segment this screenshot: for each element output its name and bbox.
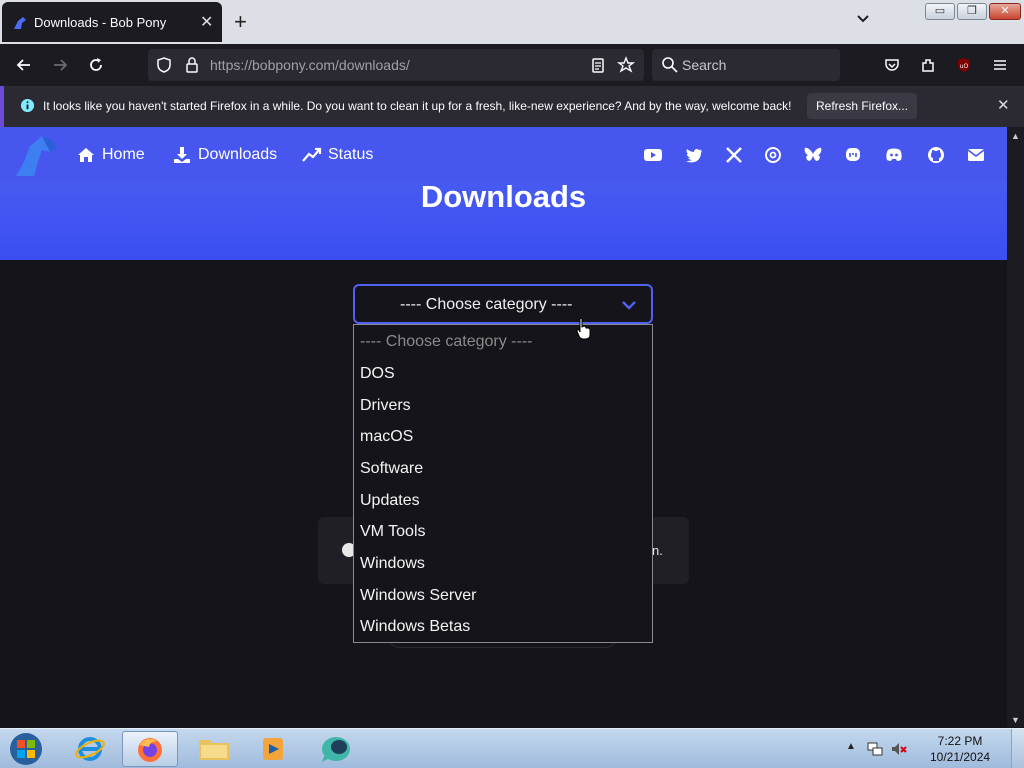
bobpony-favicon-icon xyxy=(14,17,26,29)
file-explorer-icon xyxy=(199,740,229,760)
minimize-button[interactable]: ▭ xyxy=(925,3,955,20)
svg-text:uO: uO xyxy=(960,63,969,70)
page-title: Downloads xyxy=(420,179,587,214)
twitter-icon[interactable] xyxy=(684,145,704,165)
back-icon[interactable] xyxy=(14,55,34,75)
hero-banner: Home Downloads Status Downloads xyxy=(0,127,1007,260)
nav-downloads-label: Downloads xyxy=(198,146,278,163)
search-placeholder: Search xyxy=(682,57,727,73)
email-icon[interactable] xyxy=(966,145,986,165)
mastodon-icon[interactable] xyxy=(843,145,863,165)
page-content: Home Downloads Status Downloads ---- Cho… xyxy=(0,127,1007,727)
category-option[interactable]: VM Tools xyxy=(360,523,426,541)
reader-view-icon[interactable] xyxy=(588,55,608,75)
forward-icon[interactable] xyxy=(50,55,70,75)
internet-explorer-icon xyxy=(75,737,105,761)
network-icon[interactable] xyxy=(866,741,884,757)
tab-title: Downloads - Bob Pony xyxy=(34,15,167,30)
notification-close-icon[interactable]: ✕ xyxy=(997,96,1010,114)
tracking-shield-icon[interactable] xyxy=(154,55,174,75)
home-icon xyxy=(78,148,94,162)
threads-icon[interactable] xyxy=(763,145,783,165)
info-card-text: n. xyxy=(652,543,663,558)
clock-time[interactable]: 7:22 PM xyxy=(930,734,990,748)
discord-icon[interactable] xyxy=(884,145,904,165)
nav-home-link[interactable]: Home xyxy=(76,145,145,165)
download-icon xyxy=(174,147,190,163)
url-host: https://bobpony.com xyxy=(210,57,336,73)
scroll-up-icon[interactable]: ▲ xyxy=(1011,131,1020,141)
taskbar-media-player[interactable] xyxy=(246,731,302,767)
windows-taskbar: ▲ 7:22 PM 10/21/2024 xyxy=(0,728,1024,768)
tab-strip: Downloads - Bob Pony ✕ + ▭ ❐ ✕ xyxy=(0,0,1024,44)
trend-icon xyxy=(302,147,322,162)
notification-message: It looks like you haven't started Firefo… xyxy=(43,99,792,113)
tray-expand-icon[interactable]: ▲ xyxy=(846,741,856,752)
restore-icon: ❐ xyxy=(967,5,977,17)
ublock-origin-icon[interactable]: uO xyxy=(954,55,974,75)
extensions-icon[interactable] xyxy=(918,55,938,75)
firefox-icon xyxy=(138,738,162,762)
search-input[interactable]: Search xyxy=(652,49,840,81)
category-option[interactable]: Windows Betas xyxy=(360,618,470,636)
app-menu-icon[interactable] xyxy=(990,55,1010,75)
reload-icon[interactable] xyxy=(86,55,106,75)
nav-toolbar: https://bobpony.com/downloads/ Search uO xyxy=(0,44,1024,86)
x-icon[interactable] xyxy=(724,145,744,165)
close-window-button[interactable]: ✕ xyxy=(989,3,1021,20)
category-select-value: ---- Choose category ---- xyxy=(400,296,573,313)
bobpony-logo-icon[interactable] xyxy=(12,132,64,180)
volume-muted-icon[interactable] xyxy=(890,741,908,757)
category-option[interactable]: ---- Choose category ---- xyxy=(360,333,532,351)
browser-tab[interactable]: Downloads - Bob Pony ✕ xyxy=(2,2,222,42)
taskbar-firefox[interactable] xyxy=(122,731,178,767)
lock-icon[interactable] xyxy=(182,55,202,75)
clock-date[interactable]: 10/21/2024 xyxy=(930,750,990,764)
category-option[interactable]: macOS xyxy=(360,428,413,446)
category-option[interactable]: Updates xyxy=(360,492,420,510)
nav-home-label: Home xyxy=(102,146,145,163)
bluesky-icon[interactable] xyxy=(803,145,823,165)
category-option[interactable]: Windows xyxy=(360,555,425,573)
pocket-icon[interactable] xyxy=(882,55,902,75)
taskbar-chat-app[interactable] xyxy=(308,731,364,767)
nav-status-link[interactable]: Status xyxy=(302,145,373,165)
refresh-firefox-button[interactable]: Refresh Firefox... xyxy=(807,93,917,119)
github-icon[interactable] xyxy=(926,145,946,165)
bookmark-star-icon[interactable] xyxy=(616,55,636,75)
category-select[interactable]: ---- Choose category ---- xyxy=(353,284,653,324)
scroll-down-icon[interactable]: ▼ xyxy=(1011,715,1020,725)
minimize-icon: ▭ xyxy=(934,5,946,17)
new-tab-button[interactable]: + xyxy=(234,9,247,35)
url-path: /downloads/ xyxy=(335,57,410,73)
url-bar[interactable]: https://bobpony.com/downloads/ xyxy=(148,49,644,81)
notification-bar: It looks like you haven't started Firefo… xyxy=(0,86,1024,127)
category-option[interactable]: Software xyxy=(360,460,423,478)
chat-app-icon xyxy=(322,737,350,762)
search-icon xyxy=(662,57,678,73)
taskbar-ie[interactable] xyxy=(62,731,118,767)
chevron-down-icon xyxy=(622,301,636,310)
nav-status-label: Status xyxy=(328,146,374,163)
close-icon: ✕ xyxy=(1000,5,1010,17)
restore-button[interactable]: ❐ xyxy=(957,3,987,20)
taskbar-explorer[interactable] xyxy=(186,731,242,767)
media-player-icon xyxy=(263,738,283,760)
info-icon xyxy=(20,98,35,113)
page-scrollbar[interactable]: ▲ ▼ xyxy=(1007,127,1024,727)
url-text[interactable]: https://bobpony.com/downloads/ xyxy=(210,57,410,73)
list-all-tabs-icon[interactable] xyxy=(855,10,871,26)
category-option[interactable]: Windows Server xyxy=(360,587,476,605)
show-desktop-button[interactable] xyxy=(1011,729,1024,768)
tab-close-icon[interactable]: ✕ xyxy=(200,12,213,32)
site-navbar: Home Downloads Status xyxy=(0,127,1007,182)
nav-downloads-link[interactable]: Downloads xyxy=(172,145,277,165)
hand-cursor-icon xyxy=(576,317,591,340)
start-button-icon[interactable] xyxy=(6,731,46,767)
category-option[interactable]: Drivers xyxy=(360,397,411,415)
category-dropdown-list: ---- Choose category ---- DOS Drivers ma… xyxy=(353,324,653,643)
category-option[interactable]: DOS xyxy=(360,365,395,383)
youtube-icon[interactable] xyxy=(643,145,663,165)
